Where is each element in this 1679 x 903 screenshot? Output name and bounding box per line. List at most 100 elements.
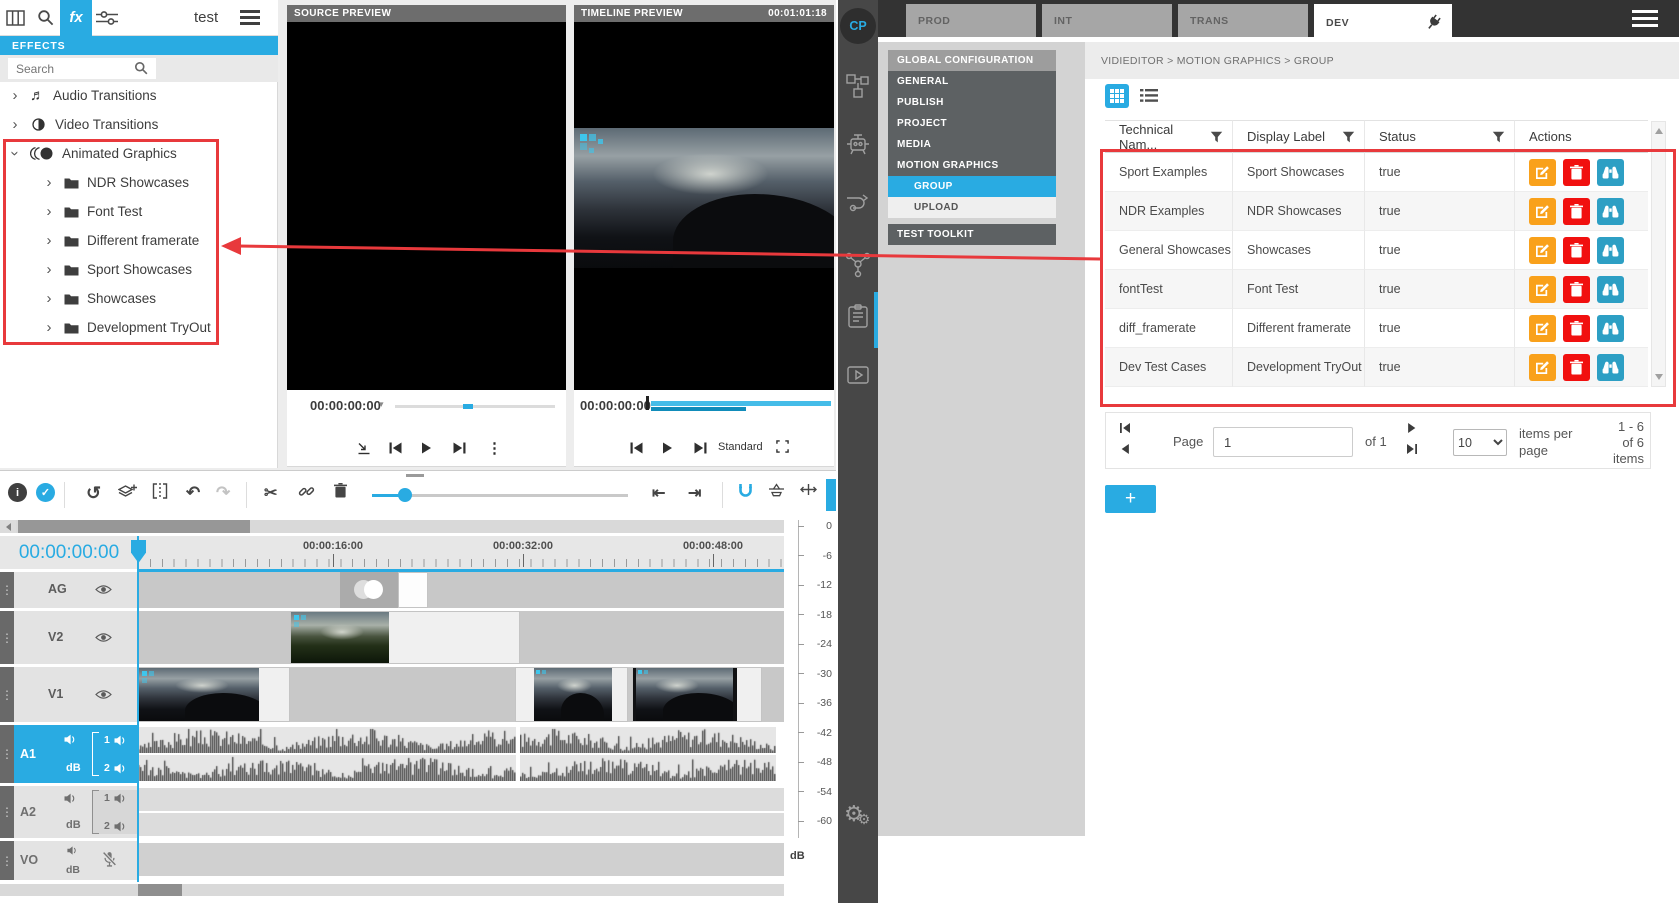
zoom-slider-handle[interactable] [398,488,412,502]
cut-scissors-icon[interactable]: ✂ [264,483,277,503]
approve-check-icon[interactable]: ✓ [36,483,55,502]
db-button[interactable]: dB [66,762,81,774]
tab-trans[interactable]: TRANS [1178,4,1308,37]
find-button[interactable] [1597,198,1624,225]
project-tab-label[interactable]: test [194,9,218,26]
audio-waveform-clip[interactable] [520,727,776,753]
tree-item-animated-graphics[interactable]: ›Animated Graphics [0,139,277,168]
channel-1[interactable]: 1 [104,792,127,804]
track-header-a2[interactable]: A2 dB 1 2 [14,786,138,838]
delete-button[interactable] [1563,237,1590,264]
tree-item-different-framerate[interactable]: ›Different framerate [0,226,277,255]
skip-end-icon[interactable] [694,442,707,454]
nav-item-global-configuration[interactable]: GLOBAL CONFIGURATION [888,50,1056,71]
panel-layout-icon[interactable] [0,0,30,36]
scroll-thumb[interactable] [138,884,182,896]
filter-funnel-icon[interactable] [1342,131,1355,143]
column-header-display-label[interactable]: Display Label [1233,120,1365,153]
empty-audio-lane[interactable] [138,813,784,836]
settings-icon[interactable]: ⚙⚙ [844,800,872,828]
source-timecode[interactable]: 00:00:00:00 [310,398,381,413]
adjust-sliders-icon[interactable] [92,0,122,36]
timeline-current-timecode[interactable]: 00:00:00:00 [19,542,119,564]
workflow-icon[interactable] [844,190,872,218]
find-button[interactable] [1597,159,1624,186]
chevron-right-icon[interactable]: › [42,261,56,278]
filter-funnel-icon[interactable] [1492,131,1505,143]
panel-resize-handle[interactable] [406,474,424,477]
toolbar-overflow-indicator[interactable] [826,479,836,511]
undo-rotate-icon[interactable]: ↺ [86,483,101,504]
insert-clip-icon[interactable] [357,442,371,455]
video-clip[interactable] [138,667,290,722]
chevron-right-icon[interactable]: › [42,174,56,191]
mic-muted-icon[interactable] [102,851,117,867]
clip-tail[interactable] [398,572,428,608]
tree-item-showcases[interactable]: ›Showcases [0,284,277,313]
find-button[interactable] [1597,354,1624,381]
grid-view-toggle[interactable] [1105,84,1129,108]
find-button[interactable] [1597,276,1624,303]
track-volume-icon[interactable] [64,793,77,804]
track-drag-handle[interactable]: ⋮ [0,572,14,608]
track-header-ag[interactable]: AG [14,572,138,608]
tree-item-ndr-showcases[interactable]: ›NDR Showcases [0,168,277,197]
info-icon[interactable]: i [8,483,27,502]
magnet-snap-icon[interactable] [738,483,753,499]
filter-funnel-icon[interactable] [1210,131,1223,143]
track-visibility-eye-icon[interactable] [95,632,112,643]
channel-2[interactable]: 2 [104,762,127,774]
audio-waveform-clip[interactable] [138,727,516,753]
modules-icon[interactable] [844,72,872,100]
delete-button[interactable] [1563,276,1590,303]
preview-playhead-marker[interactable] [646,396,649,410]
tree-item-development-tryout[interactable]: ›Development TryOut [0,313,277,342]
jump-out-icon[interactable]: ⇥ [688,483,701,503]
scroll-thumb[interactable] [18,520,250,533]
split-clip-icon[interactable] [152,483,168,499]
skip-start-icon[interactable] [630,442,643,454]
chevron-right-icon[interactable]: › [42,232,56,249]
prev-page-button[interactable] [1121,444,1129,454]
find-button[interactable] [1597,315,1624,342]
video-clip[interactable] [515,667,628,722]
fullscreen-icon[interactable] [776,440,789,453]
add-layer-icon[interactable] [118,483,137,500]
audio-waveform-clip[interactable] [138,755,516,781]
tree-item-video-transitions[interactable]: ›Video Transitions [0,110,277,139]
more-options-icon[interactable]: ⋮ [487,439,502,457]
empty-audio-lane[interactable] [138,843,784,876]
search-icon[interactable] [134,61,148,75]
find-button[interactable] [1597,237,1624,264]
chevron-right-icon[interactable]: › [8,116,22,133]
breadcrumb[interactable]: VIDIEDITOR > MOTION GRAPHICS > GROUP [1101,55,1334,67]
channel-2[interactable]: 2 [104,820,127,832]
timeline-ruler[interactable]: 00:00:16:0000:00:32:0000:00:48:00 [138,536,784,569]
buffer-bar[interactable] [651,401,831,406]
track-header-v2[interactable]: V2 [14,611,138,664]
play-icon[interactable] [421,442,432,454]
db-button[interactable]: dB [66,819,81,831]
chevron-right-icon[interactable]: › [42,290,56,307]
razor-icon[interactable] [768,483,785,498]
nav-item-publish[interactable]: PUBLISH [888,92,1056,113]
player-icon[interactable] [844,362,872,390]
trash-icon[interactable] [334,483,347,498]
list-view-toggle[interactable] [1140,89,1158,102]
first-page-button[interactable] [1120,423,1130,433]
track-drag-handle[interactable]: ⋮ [0,667,14,722]
jump-in-icon[interactable]: ⇤ [652,483,665,503]
source-scrub-marker[interactable] [463,404,473,409]
tab-prod[interactable]: PROD [906,4,1036,37]
track-drag-handle[interactable]: ⋮ [0,841,14,880]
channel-1[interactable]: 1 [104,734,127,746]
edit-button[interactable] [1529,159,1556,186]
empty-audio-lane[interactable] [138,788,784,811]
quality-selector[interactable]: Standard [718,441,763,453]
panel-menu-icon[interactable] [240,10,260,25]
timeline-hscrollbar[interactable] [0,520,784,533]
column-header-actions[interactable]: Actions [1515,120,1648,153]
edit-button[interactable] [1529,237,1556,264]
audio-waveform-clip[interactable] [520,755,776,781]
track-volume-icon[interactable] [64,734,77,745]
